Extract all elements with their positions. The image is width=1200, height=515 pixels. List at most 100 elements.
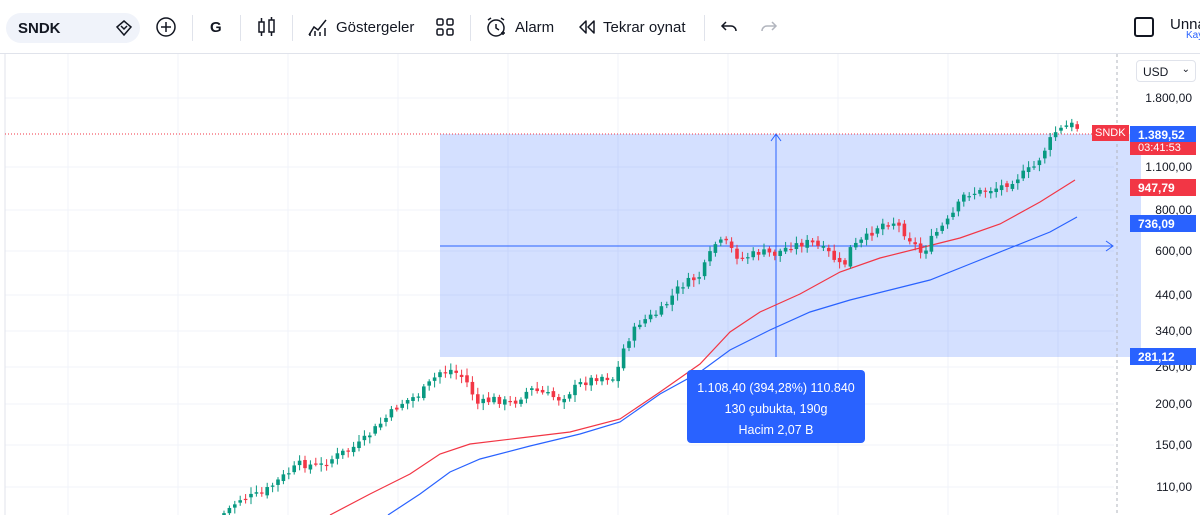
candle xyxy=(303,455,307,473)
candle xyxy=(524,387,529,404)
currency-label: USD xyxy=(1143,65,1169,79)
candle xyxy=(427,379,431,391)
candle xyxy=(330,455,334,468)
candle xyxy=(481,394,485,411)
undo-button[interactable] xyxy=(718,8,740,46)
price-axis-label: 1.100,00 xyxy=(1145,160,1192,174)
candle xyxy=(233,500,237,514)
candle xyxy=(530,385,534,396)
redo-button[interactable] xyxy=(758,8,780,46)
candle xyxy=(222,510,226,515)
grid-layout-icon xyxy=(436,18,454,36)
candle xyxy=(540,385,545,395)
replay-button[interactable]: Tekrar oynat xyxy=(576,8,686,46)
candle xyxy=(378,417,383,431)
symbol-search[interactable]: SNDK xyxy=(6,13,140,43)
candle xyxy=(459,369,464,384)
interval-button[interactable]: G xyxy=(210,8,222,46)
divider xyxy=(292,15,293,41)
candle xyxy=(497,394,502,408)
price-axis-label: 440,00 xyxy=(1155,288,1192,302)
candle xyxy=(519,397,523,407)
candle xyxy=(297,455,302,471)
price-axis-label: 150,00 xyxy=(1155,438,1192,452)
measure-bars-text: 130 çubukta, 190g xyxy=(724,402,828,416)
candle xyxy=(573,379,577,402)
candle xyxy=(351,441,356,457)
divider xyxy=(470,15,471,41)
candle xyxy=(432,372,437,388)
symbol-label: SNDK xyxy=(18,19,61,37)
candle xyxy=(384,414,388,427)
checkbox[interactable] xyxy=(1134,17,1154,37)
candle xyxy=(341,448,345,459)
candle xyxy=(600,374,604,386)
divider xyxy=(240,15,241,41)
candle xyxy=(848,245,853,269)
candle xyxy=(546,385,550,396)
templates-button[interactable] xyxy=(434,8,456,46)
candle xyxy=(400,399,404,411)
candle xyxy=(513,396,518,408)
measure-volume-text: Hacim 2,07 B xyxy=(738,423,814,437)
candle xyxy=(616,361,620,388)
measure-change-text: 1.108,40 (394,28%) 110.840 xyxy=(697,381,855,395)
candle xyxy=(503,396,507,411)
last-price-badge: 1.389,52 xyxy=(1130,126,1196,143)
candle xyxy=(249,487,253,505)
candle xyxy=(319,457,323,472)
candle xyxy=(1064,120,1069,129)
bar-countdown: 03:41:53 xyxy=(1130,142,1196,155)
price-axis-label: 200,00 xyxy=(1155,397,1192,411)
candle xyxy=(1070,118,1074,132)
candle xyxy=(281,470,286,485)
save-link[interactable]: Kay xyxy=(1186,30,1200,41)
ma-fast-value-badge: 947,79 xyxy=(1130,179,1196,196)
candle xyxy=(443,365,448,378)
measure-tooltip: 1.108,40 (394,28%) 110.840 130 çubukta, … xyxy=(687,370,865,443)
indicators-button[interactable]: Göstergeler xyxy=(306,8,414,46)
candle xyxy=(476,387,480,410)
redo-icon xyxy=(761,21,778,32)
candle xyxy=(465,368,469,388)
candle xyxy=(486,392,491,405)
candle xyxy=(308,460,313,474)
alert-button[interactable]: Alarm xyxy=(484,8,554,46)
candle xyxy=(314,457,318,467)
candle xyxy=(292,461,296,475)
candle xyxy=(265,482,269,499)
candle xyxy=(368,432,372,444)
candle xyxy=(1075,121,1079,132)
candle xyxy=(260,487,264,497)
diamond-icon[interactable] xyxy=(114,18,134,38)
candle xyxy=(562,395,566,409)
chart-pane[interactable]: USD ⌄ 1.800,00 1.100,00 800,00 600,00 44… xyxy=(0,54,1200,515)
candle xyxy=(438,369,442,384)
top-toolbar: SNDK G Göstergeler Alarm Tekrar oynat Un… xyxy=(0,0,1200,54)
divider xyxy=(192,15,193,41)
candle xyxy=(422,384,426,401)
candle xyxy=(578,378,583,388)
candle xyxy=(357,435,361,452)
candle xyxy=(227,505,232,515)
indicators-icon xyxy=(308,19,327,36)
candle xyxy=(373,423,377,436)
rewind-icon xyxy=(579,20,595,34)
undo-icon xyxy=(720,21,737,32)
compare-button[interactable] xyxy=(154,8,178,46)
currency-select[interactable]: USD ⌄ xyxy=(1136,60,1196,82)
candle xyxy=(362,430,367,446)
candle xyxy=(584,376,588,391)
candle xyxy=(551,387,556,401)
price-chart[interactable] xyxy=(0,54,1200,515)
candle xyxy=(611,377,615,383)
chart-type-button[interactable] xyxy=(256,8,278,46)
candle xyxy=(535,381,539,394)
replay-label: Tekrar oynat xyxy=(603,18,686,36)
alarm-clock-icon xyxy=(487,17,505,37)
range-low-badge: 281,12 xyxy=(1130,348,1196,365)
price-axis-label: 1.800,00 xyxy=(1145,91,1192,105)
ma-slow-value-badge: 736,09 xyxy=(1130,215,1196,232)
add-symbol-icon xyxy=(156,17,176,37)
price-axis-label: 340,00 xyxy=(1155,324,1192,338)
